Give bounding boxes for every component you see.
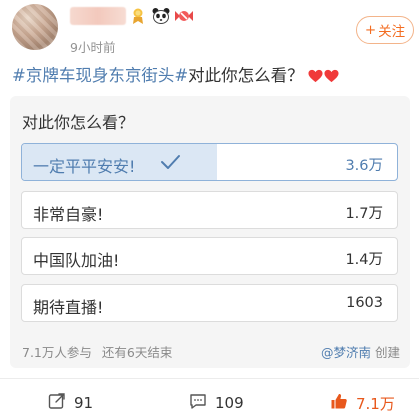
poll-option-2[interactable]: 非常自豪! 1.7万 — [21, 191, 398, 229]
poll-option-count: 1603 — [346, 295, 383, 311]
poll-option-count: 3.6万 — [345, 158, 383, 174]
panda-icon — [151, 6, 171, 26]
like-count: 7.1万 — [356, 394, 395, 413]
poll-option-label: 一定平平安安! — [33, 157, 136, 176]
poll-option-3[interactable]: 中国队加油! 1.4万 — [21, 237, 398, 275]
poll-option-count: 1.7万 — [345, 206, 383, 222]
hashtag-link[interactable]: #京牌车现身东京街头# — [12, 66, 188, 85]
poll-creator-link[interactable]: @梦济南 — [321, 345, 371, 360]
poll-card: 对此你怎么看？ 一定平平安安! 3.6万 非常自豪! 1.7万 中国队加油! 1… — [10, 96, 410, 368]
poll-participants: 7.1万人参与 — [22, 345, 92, 360]
poll-option-count: 1.4万 — [345, 252, 383, 268]
follow-label: 关注 — [378, 24, 406, 40]
poll-question: 对此你怎么看？ — [22, 113, 135, 132]
poll-stats: 7.1万人参与 还有6天结束 — [22, 342, 182, 361]
poll-option-label: 非常自豪! — [33, 205, 104, 224]
like-button[interactable]: 7.1万 — [330, 392, 395, 414]
follow-button[interactable]: + 关注 — [356, 16, 414, 44]
heart-emojis — [308, 69, 339, 83]
comment-button[interactable]: 109 — [189, 392, 244, 414]
poll-option-label: 中国队加油! — [33, 251, 120, 270]
divider — [0, 378, 419, 379]
like-icon — [330, 392, 348, 414]
repost-icon — [48, 392, 66, 414]
poll-option-label: 期待直播! — [33, 298, 104, 317]
post-time: 9小时前 — [70, 40, 116, 55]
comment-count: 109 — [215, 394, 244, 412]
post-body: 对此你怎么看？ — [188, 66, 304, 85]
repost-button[interactable]: 91 — [48, 392, 93, 414]
check-icon — [159, 151, 181, 177]
heart-icon — [308, 69, 323, 83]
poll-remaining: 还有6天结束 — [101, 345, 173, 360]
plus-icon: + — [364, 22, 377, 38]
gold-badge-icon — [128, 6, 148, 26]
poll-creator: @梦济南 创建 — [321, 342, 400, 361]
candy-icon — [174, 6, 194, 26]
username-blurred[interactable] — [70, 7, 126, 25]
poll-option-4[interactable]: 期待直播! 1603 — [21, 284, 398, 322]
repost-count: 91 — [74, 394, 94, 412]
avatar[interactable] — [12, 4, 58, 50]
poll-created-suffix: 创建 — [374, 345, 400, 360]
user-badges — [128, 6, 194, 26]
comment-icon — [189, 392, 207, 414]
post-text: #京牌车现身东京街头#对此你怎么看？ — [12, 66, 339, 86]
poll-option-1[interactable]: 一定平平安安! 3.6万 — [21, 143, 398, 181]
heart-icon — [324, 69, 339, 83]
